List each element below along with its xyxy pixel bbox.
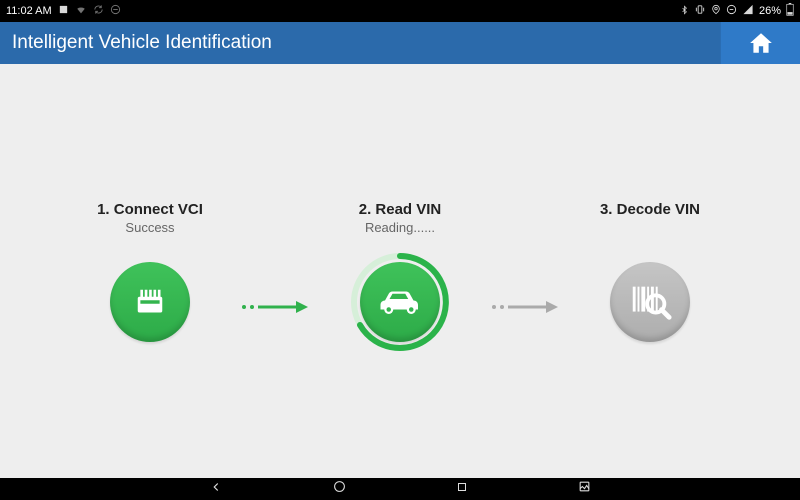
step1-circle	[100, 252, 200, 352]
battery-icon	[786, 3, 794, 19]
dnd-icon	[110, 4, 121, 18]
step2-status: Reading......	[365, 220, 435, 236]
rotate-lock-icon	[726, 4, 737, 18]
battery-pct: 26%	[759, 5, 781, 17]
bluetooth-icon	[680, 4, 689, 19]
square-icon	[456, 481, 468, 493]
wifi-icon	[75, 5, 87, 18]
chevron-left-icon	[209, 480, 223, 494]
home-button[interactable]	[720, 22, 800, 64]
step-connect-vci: 1. Connect VCI Success	[60, 201, 240, 352]
step3-title: 3. Decode VIN	[600, 201, 700, 218]
app-title-bar: Intelligent Vehicle Identification	[0, 22, 800, 64]
step2-circle	[350, 252, 450, 352]
vci-connector-icon	[129, 281, 171, 323]
nav-recent-button[interactable]	[456, 480, 468, 498]
image-icon	[578, 480, 591, 493]
arrow-right-icon	[490, 299, 560, 315]
step1-status: Success	[125, 220, 174, 236]
android-nav-bar	[0, 478, 800, 500]
step3-circle	[600, 252, 700, 352]
sync-icon	[93, 4, 104, 18]
main-content: 1. Connect VCI Success	[0, 64, 800, 478]
location-icon	[711, 4, 721, 18]
status-left: 11:02 AM	[6, 4, 121, 18]
barcode-search-icon	[627, 279, 673, 325]
vibrate-icon	[694, 4, 706, 18]
progress-ring-icon	[350, 252, 450, 352]
screenshot-icon	[58, 4, 69, 18]
nav-screenshot-button[interactable]	[578, 480, 591, 498]
status-time: 11:02 AM	[6, 5, 52, 17]
step-row: 1. Connect VCI Success	[60, 201, 740, 352]
arrow-1	[240, 299, 310, 315]
circle-icon	[333, 480, 346, 493]
status-right: 26%	[680, 3, 794, 19]
nav-home-button[interactable]	[333, 480, 346, 498]
arrow-right-icon	[240, 299, 310, 315]
step1-title: 1. Connect VCI	[97, 201, 203, 218]
step-decode-vin: 3. Decode VIN	[560, 201, 740, 352]
signal-icon	[742, 4, 754, 18]
step2-title: 2. Read VIN	[359, 201, 442, 218]
android-status-bar: 11:02 AM 26%	[0, 0, 800, 22]
step-read-vin: 2. Read VIN Reading......	[310, 201, 490, 352]
page-title: Intelligent Vehicle Identification	[12, 32, 272, 54]
home-icon	[748, 30, 774, 56]
arrow-2	[490, 299, 560, 315]
nav-back-button[interactable]	[209, 480, 223, 499]
